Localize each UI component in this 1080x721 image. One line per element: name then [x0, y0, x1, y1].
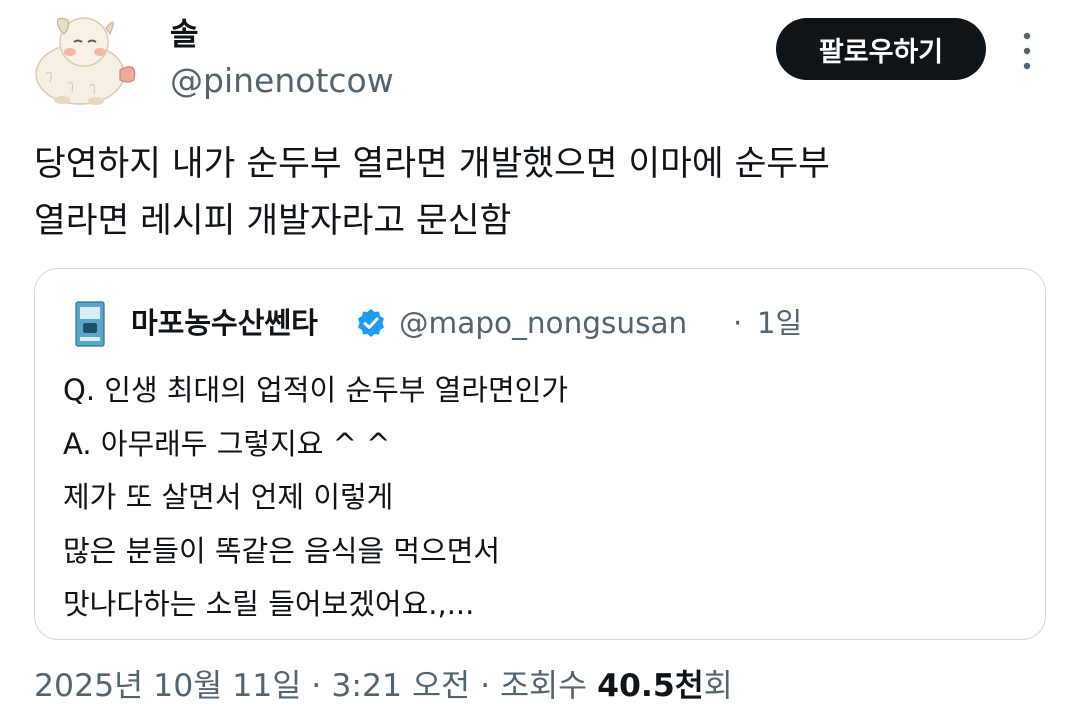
tweet-detail: 솔 @pinenotcow 팔로우하기 당연하지 내가 순두부 열라면 개발했으… — [0, 0, 1080, 721]
meta-separator: · — [470, 668, 501, 704]
follow-button[interactable]: 팔로우하기 — [776, 18, 986, 80]
vertical-ellipsis-icon[interactable] — [1012, 28, 1042, 74]
quote-author-handle[interactable]: @mapo_nongsusan — [399, 303, 687, 343]
quote-line: Q. 인생 최대의 업적이 순두부 열라면인가 — [63, 373, 569, 407]
tweet-date[interactable]: 2025년 10월 11일 — [34, 668, 301, 704]
quote-author-name[interactable]: 마포농수산쎈타 — [131, 303, 318, 343]
quote-line: 맛나다하는 소릴 들어보겠어요.,... — [63, 587, 475, 621]
quote-timestamp[interactable]: 1일 — [757, 303, 802, 343]
views-label: 조회수 — [500, 668, 598, 704]
quote-line: 많은 분들이 똑같은 음식을 먹으면서 — [63, 533, 501, 568]
quote-line: A. 아무래두 그렇지요 ^ ^ — [63, 426, 391, 461]
meta-separator: · — [301, 668, 332, 704]
tweet-text: 당연하지 내가 순두부 열라면 개발했으면 이마에 순두부 열라면 레시피 개발… — [34, 144, 830, 241]
author-name[interactable]: 솔 — [170, 16, 199, 54]
verified-badge-icon — [358, 309, 384, 337]
tweet-meta: 2025년 10월 11일 · 3:21 오전 · 조회수 40.5천회 — [34, 664, 733, 708]
quote-tweet-card[interactable]: 마포농수산쎈타 @mapo_nongsusan · 1일 Q. 인생 최대의 업… — [34, 268, 1046, 640]
views-suffix: 회 — [703, 668, 733, 704]
quote-text: Q. 인생 최대의 업적이 순두부 열라면인가 A. 아무래두 그렇지요 ^ ^… — [63, 364, 568, 632]
author-handle[interactable]: @pinenotcow — [170, 60, 394, 102]
quote-separator: · — [733, 306, 743, 340]
views-count[interactable]: 40.5천 — [597, 668, 704, 704]
avatar[interactable] — [24, 8, 142, 108]
quote-avatar[interactable] — [75, 301, 105, 347]
tweet-time[interactable]: 3:21 오전 — [331, 668, 470, 704]
quote-line: 제가 또 살면서 언제 이렇게 — [63, 480, 394, 514]
